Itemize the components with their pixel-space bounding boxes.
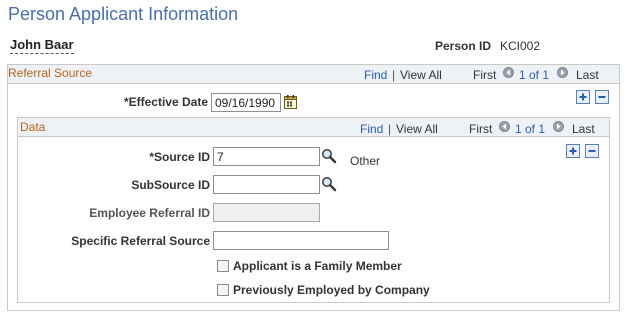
family-member-label: Applicant is a Family Member — [233, 259, 402, 273]
referral-delete-row-button[interactable] — [595, 90, 609, 104]
specific-referral-source-label: Specific Referral Source — [71, 234, 210, 248]
employee-referral-id-field — [213, 203, 320, 222]
employee-referral-id-label: Employee Referral ID — [89, 206, 210, 220]
referral-next-icon[interactable] — [557, 67, 568, 78]
referral-last-label[interactable]: Last — [576, 68, 599, 82]
referral-row-counter: 1 of 1 — [519, 68, 550, 82]
family-member-checkbox[interactable] — [217, 260, 229, 272]
referral-previous-icon[interactable] — [503, 67, 514, 78]
source-id-input[interactable] — [213, 147, 320, 166]
subsource-id-input[interactable] — [213, 175, 320, 194]
specific-referral-source-input[interactable] — [213, 231, 389, 250]
previously-employed-label: Previously Employed by Company — [233, 283, 430, 297]
referral-source-title: Referral Source — [8, 66, 93, 80]
subsource-id-lookup-icon[interactable] — [321, 176, 337, 192]
data-delete-row-button[interactable] — [585, 144, 599, 158]
person-id-value: KCI002 — [500, 39, 541, 53]
referral-view-all-link[interactable]: View All — [400, 68, 442, 82]
data-last-label[interactable]: Last — [572, 122, 595, 136]
referral-first-label[interactable]: First — [473, 68, 496, 82]
referral-find-link[interactable]: Find — [364, 68, 387, 82]
data-add-row-button[interactable] — [566, 144, 580, 158]
effective-date-input[interactable] — [211, 93, 281, 112]
effective-date-label: *Effective Date — [123, 95, 208, 109]
page-title: Person Applicant Information — [8, 4, 239, 24]
source-id-description: Other — [350, 154, 381, 168]
data-previous-icon[interactable] — [499, 121, 510, 132]
person-id-label: Person ID — [435, 39, 492, 53]
person-name: John Baar — [10, 37, 74, 54]
data-next-icon[interactable] — [553, 121, 564, 132]
calendar-icon[interactable] — [284, 95, 297, 109]
data-section-title: Data — [20, 120, 46, 134]
source-id-lookup-icon[interactable] — [321, 148, 337, 164]
source-id-label: *Source ID — [149, 150, 210, 164]
data-first-label[interactable]: First — [469, 122, 492, 136]
data-row-counter: 1 of 1 — [515, 122, 546, 136]
referral-add-row-button[interactable] — [576, 90, 590, 104]
referral-nav-separator: | — [392, 68, 396, 82]
data-view-all-link[interactable]: View All — [396, 122, 438, 136]
data-find-link[interactable]: Find — [360, 122, 383, 136]
subsource-id-label: SubSource ID — [131, 178, 210, 192]
previously-employed-checkbox[interactable] — [217, 284, 229, 296]
data-nav-separator: | — [388, 122, 392, 136]
